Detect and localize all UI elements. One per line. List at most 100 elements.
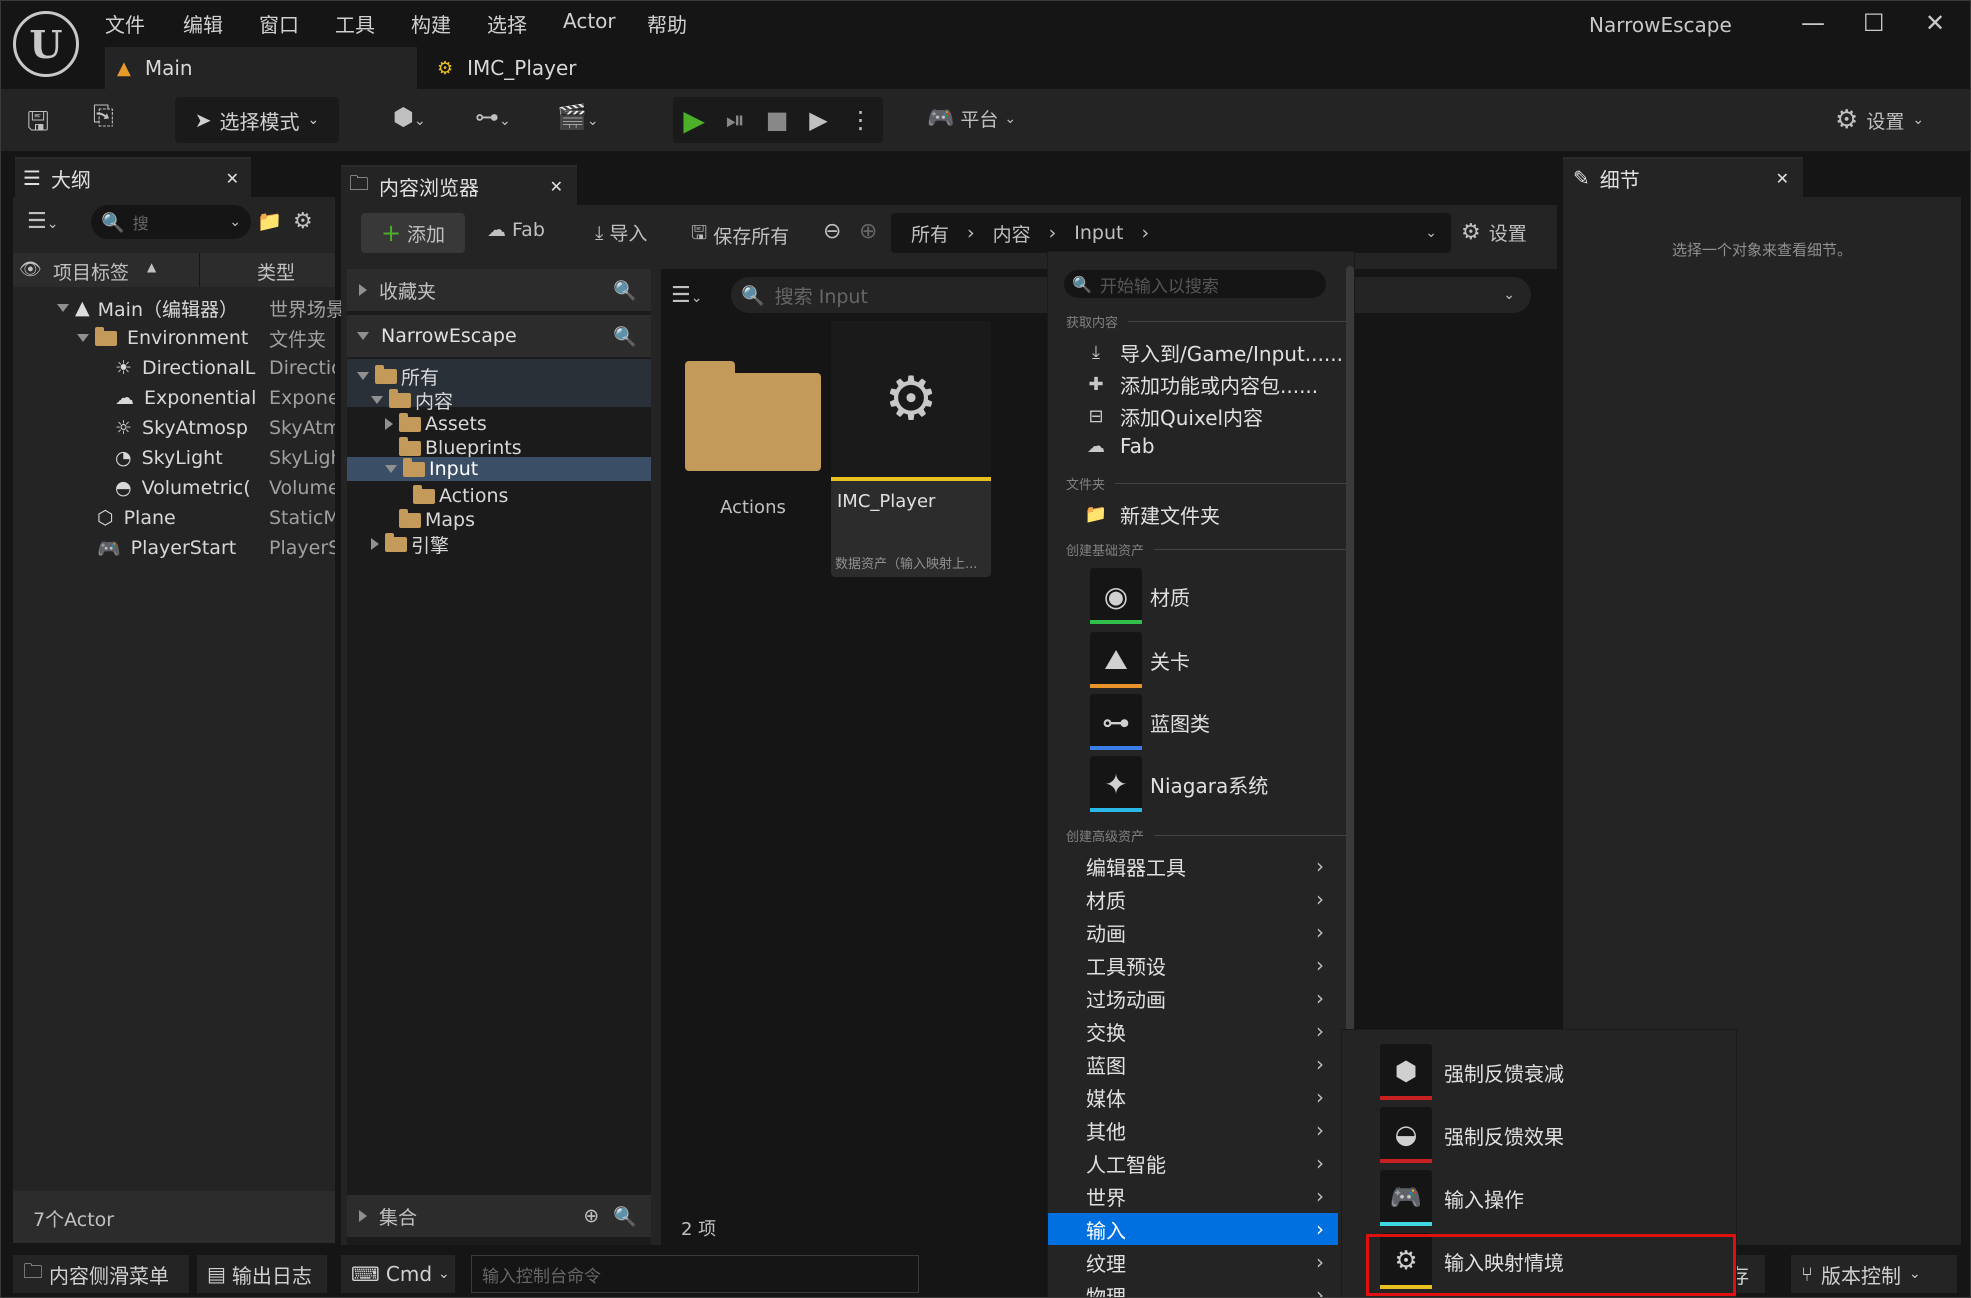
submenu-texture[interactable]: 纹理 › [1048, 1246, 1338, 1278]
outliner-search-input[interactable]: 🔍 搜 ⌄ [91, 205, 251, 239]
breadcrumb-item[interactable]: Input [1074, 222, 1123, 244]
menu-edit[interactable]: 编辑 [183, 9, 223, 38]
submenu-world[interactable]: 世界 › [1048, 1180, 1338, 1212]
menu-scrollbar[interactable] [1346, 266, 1354, 1036]
unreal-logo-icon[interactable]: U [13, 11, 79, 77]
add-actor-icon[interactable]: ⬢⌄ [393, 103, 426, 131]
menu-item-new-folder[interactable]: 📁 新建文件夹 [1084, 500, 1220, 529]
eye-icon[interactable]: 👁 [19, 259, 42, 280]
output-log-button[interactable]: ▤ 输出日志 [197, 1255, 327, 1293]
add-folder-icon[interactable]: 📁 [257, 209, 282, 233]
submenu-animation[interactable]: 动画 › [1048, 916, 1338, 948]
close-icon[interactable]: ✕ [550, 177, 563, 196]
outliner-row[interactable]: ☼ SkyAtmosp SkyAtm [115, 413, 335, 443]
minimize-icon[interactable]: — [1801, 9, 1825, 37]
menu-item-fab[interactable]: ☁ Fab [1084, 434, 1155, 458]
back-icon[interactable]: ⊖ [823, 219, 841, 244]
search-icon[interactable]: 🔍 [613, 1205, 637, 1228]
menu-build[interactable]: 构建 [411, 9, 451, 38]
outliner-row[interactable]: 🎮 PlayerStart PlayerS [97, 533, 335, 563]
submenu-physics[interactable]: 物理 › [1048, 1279, 1338, 1297]
menu-file[interactable]: 文件 [105, 9, 145, 38]
submenu-material[interactable]: 材质 › [1048, 883, 1338, 915]
platform-button[interactable]: 🎮 平台 ⌄ [927, 105, 1016, 132]
outliner-col-type[interactable]: 类型 [257, 258, 295, 285]
settings-button[interactable]: ⚙ 设置 ⌄ [1835, 105, 1924, 135]
outliner-col-label[interactable]: 项目标签 [53, 258, 129, 285]
import-button[interactable]: ⤓ 导入 [595, 219, 647, 246]
submenu-blueprint[interactable]: 蓝图 › [1048, 1048, 1338, 1080]
play-icon[interactable]: ▶ [683, 104, 705, 137]
favorites-header[interactable]: 收藏夹 🔍 [347, 269, 651, 311]
tab-content-browser[interactable]: 🗀 内容浏览器 ✕ [341, 165, 577, 205]
outliner-row[interactable]: ☁ExponentialExponen [115, 383, 335, 413]
submenu-input[interactable]: 输入 › [1048, 1213, 1338, 1245]
launch-icon[interactable]: ▶ [809, 106, 827, 134]
browse-icon[interactable]: ⎘ [93, 101, 114, 132]
save-icon[interactable]: 🖫 [27, 103, 49, 147]
tree-item[interactable]: 引擎 [371, 529, 449, 559]
search-icon[interactable]: 🔍 [613, 325, 637, 348]
menu-window[interactable]: 窗口 [259, 9, 299, 38]
menu-help[interactable]: 帮助 [647, 9, 687, 38]
outliner-row[interactable]: ◓ Volumetric(Volume [115, 473, 335, 503]
outliner-row[interactable]: Environment 文件夹 [77, 323, 326, 353]
breadcrumb-item[interactable]: 所有 [911, 220, 949, 247]
menu-select[interactable]: 选择 [487, 9, 527, 38]
tab-main[interactable]: ▲ Main [105, 47, 417, 89]
step-icon[interactable]: ⏯ [726, 106, 745, 134]
cinematics-icon[interactable]: 🎬⌄ [557, 103, 599, 131]
submenu-misc[interactable]: 其他 › [1048, 1114, 1338, 1146]
submenu-ai[interactable]: 人工智能 › [1048, 1147, 1338, 1179]
menu-item-input-action[interactable]: 🎮 输入操作 [1380, 1170, 1524, 1226]
close-icon[interactable]: ✕ [1925, 9, 1945, 37]
tab-details[interactable]: ✎ 细节 ✕ [1563, 157, 1803, 197]
submenu-cinematics[interactable]: 过场动画 › [1048, 982, 1338, 1014]
forward-icon[interactable]: ⊕ [859, 219, 877, 244]
add-collection-icon[interactable]: ⊕ [583, 1205, 599, 1227]
outliner-row[interactable]: ⬡ Plane StaticM [97, 503, 335, 533]
tab-outliner[interactable]: ☰ 大纲 ✕ [15, 157, 251, 197]
menu-item-import[interactable]: ⤓ 导入到/Game/Input...... [1084, 338, 1343, 367]
menu-item-add-pack[interactable]: ✚ 添加功能或内容包...... [1084, 370, 1318, 399]
menu-search-input[interactable]: 🔍 开始输入以搜索 [1064, 270, 1326, 298]
outliner-row[interactable]: ☀DirectionalLDirectio [115, 353, 335, 383]
cmd-dropdown[interactable]: ⌨ Cmd ⌄ [341, 1255, 455, 1293]
close-icon[interactable]: ✕ [1776, 169, 1789, 188]
menu-item-quixel[interactable]: ⊟ 添加Quixel内容 [1084, 402, 1263, 431]
menu-item-force-feedback-effect[interactable]: ◒ 强制反馈效果 [1380, 1107, 1564, 1163]
content-drawer-button[interactable]: 🗀 内容侧滑菜单 [13, 1255, 189, 1293]
submenu-editor-tools[interactable]: 编辑器工具 › [1048, 850, 1338, 882]
source-control-button[interactable]: ⑂ 版本控制 ⌄ [1791, 1255, 1957, 1293]
more-icon[interactable]: ⋮ [849, 106, 873, 134]
maximize-icon[interactable]: ☐ [1863, 9, 1885, 37]
submenu-media[interactable]: 媒体 › [1048, 1081, 1338, 1113]
breadcrumb-item[interactable]: 内容 [993, 220, 1031, 247]
filter-icon[interactable]: ☰⌄ [27, 209, 58, 234]
asset-tile-imc-player[interactable]: ⚙ IMC_Player 数据资产（输入映射上... [831, 321, 991, 577]
menu-actor[interactable]: Actor [563, 9, 616, 33]
chevron-down-icon[interactable]: ⌄ [1425, 225, 1437, 241]
console-input[interactable]: 输入控制台命令 [471, 1255, 919, 1293]
outliner-row[interactable]: ▲ Main（编辑器） 世界场景 [57, 293, 345, 323]
filter-icon[interactable]: ☰⌄ [671, 283, 702, 308]
cb-settings-button[interactable]: ⚙ 设置 [1461, 219, 1527, 246]
outliner-row[interactable]: ◔SkyLightSkyLigh [115, 443, 335, 473]
tab-imc-player[interactable]: ⚙ IMC_Player [431, 47, 671, 89]
menu-item-force-feedback-attenuation[interactable]: ⬢ 强制反馈衰减 [1380, 1044, 1564, 1100]
blueprint-menu-icon[interactable]: ⊶⌄ [475, 103, 511, 131]
menu-tools[interactable]: 工具 [335, 9, 375, 38]
submenu-interchange[interactable]: 交换 › [1048, 1015, 1338, 1047]
select-mode-button[interactable]: ➤ 选择模式 ⌄ [175, 97, 339, 143]
add-button[interactable]: + 添加 [361, 213, 465, 253]
search-icon[interactable]: 🔍 [613, 279, 637, 302]
save-all-button[interactable]: 🖫 保存所有 [691, 219, 789, 251]
stop-icon[interactable]: ■ [766, 106, 789, 134]
gear-icon[interactable]: ⚙ [293, 209, 313, 234]
submenu-tool-presets[interactable]: 工具预设 › [1048, 949, 1338, 981]
asset-tile-folder[interactable]: Actions [685, 347, 821, 547]
fab-button[interactable]: ☁ Fab [487, 219, 545, 241]
collections-header[interactable]: 集合 ⊕ 🔍 [347, 1195, 651, 1237]
project-header[interactable]: NarrowEscape 🔍 [347, 315, 651, 357]
tree-item-selected[interactable]: Input [385, 457, 478, 481]
